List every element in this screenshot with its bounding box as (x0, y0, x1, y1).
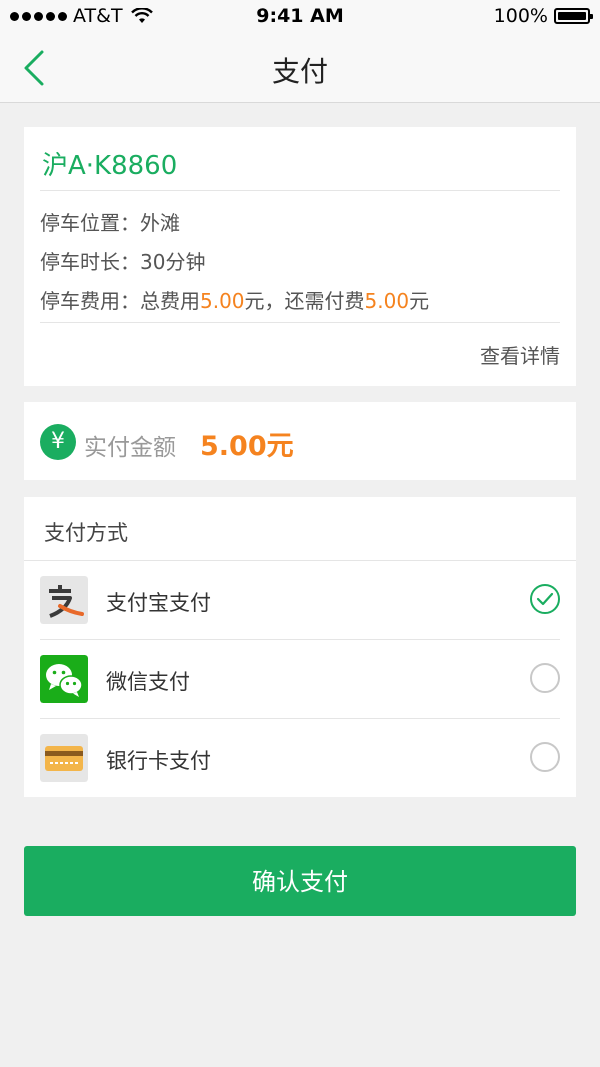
status-bar: AT&T 9:41 AM 100% (0, 0, 600, 34)
battery-icon (554, 8, 593, 24)
yen-icon: ¥ (40, 424, 76, 460)
confirm-payment-button[interactable]: 确认支付 (24, 846, 576, 916)
nav-bar: 支付 (0, 34, 600, 103)
page-title: 支付 (271, 55, 328, 88)
payment-option-label: 支付宝支付 (106, 591, 211, 615)
amount-label: 实付金额 (84, 435, 176, 461)
license-plate: 沪A·K8860 (42, 151, 178, 181)
fee-total-suffix: 元，还需付费 (244, 289, 365, 313)
radio-checked-icon[interactable] (530, 584, 560, 614)
payment-option-wechat[interactable]: 微信支付 (24, 640, 576, 719)
payment-option-label: 微信支付 (106, 670, 190, 694)
fee-remaining-value: 5.00 (364, 289, 410, 313)
checkmark-icon (536, 592, 554, 606)
duration-value: 30分钟 (140, 250, 206, 274)
battery-percent: 100% (493, 5, 548, 27)
view-details-link[interactable]: 查看详情 (480, 340, 560, 369)
radio-unchecked-icon[interactable] (530, 742, 560, 772)
duration-label: 停车时长： (40, 250, 140, 274)
parking-location: 停车位置：外滩 (40, 207, 180, 236)
parking-duration: 停车时长：30分钟 (40, 246, 205, 275)
alipay-icon (40, 576, 88, 624)
payment-methods-header: 支付方式 (44, 521, 128, 545)
wechat-icon (40, 655, 88, 703)
bank-card-icon (40, 734, 88, 782)
divider (40, 322, 560, 323)
location-label: 停车位置： (40, 211, 140, 235)
radio-unchecked-icon[interactable] (530, 663, 560, 693)
payment-methods-card: 支付方式 支付宝支付 微信支付 银行卡支付 (24, 497, 576, 797)
location-value: 外滩 (140, 211, 180, 235)
payment-option-bank-card[interactable]: 银行卡支付 (24, 719, 576, 798)
amount-value: 5.00元 (200, 431, 294, 462)
parking-fee: 停车费用：总费用5.00元，还需付费5.00元 (40, 285, 429, 314)
divider (40, 190, 560, 191)
parking-info-card: 沪A·K8860 停车位置：外滩 停车时长：30分钟 停车费用：总费用5.00元… (24, 127, 576, 386)
fee-total-value: 5.00 (200, 289, 245, 313)
payment-option-alipay[interactable]: 支付宝支付 (24, 561, 576, 640)
fee-total-prefix: 总费用 (140, 289, 200, 313)
fee-remaining-suffix: 元 (409, 289, 430, 313)
fee-label: 停车费用： (40, 289, 140, 313)
battery-info: 100% (493, 5, 593, 27)
amount-card: ¥ 实付金额 5.00元 (24, 402, 576, 480)
payment-option-label: 银行卡支付 (106, 749, 211, 773)
